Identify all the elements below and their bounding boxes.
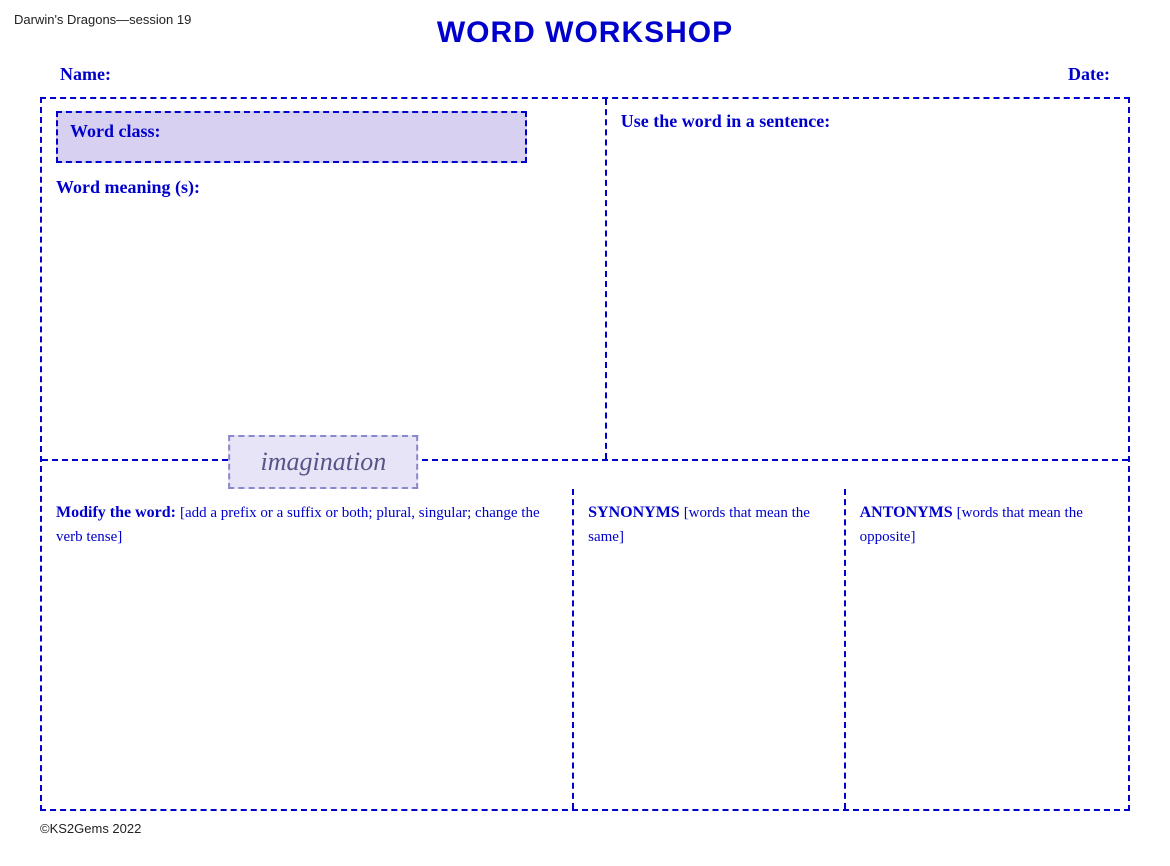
name-date-row: Name: Date: <box>40 64 1130 85</box>
session-label: Darwin's Dragons—session 19 <box>14 12 191 27</box>
antonyms-label: ANTONYMS [words that mean the opposite] <box>860 501 1114 549</box>
center-word-container: imagination <box>229 435 419 489</box>
top-section: Word class: Word meaning (s): imaginatio… <box>42 99 1128 461</box>
word-meaning-label: Word meaning (s): <box>56 177 591 198</box>
main-container: Word class: Word meaning (s): imaginatio… <box>40 97 1130 811</box>
synonyms-label-bold: SYNONYMS <box>588 504 680 521</box>
footer-label: ©KS2Gems 2022 <box>40 821 1130 836</box>
left-column: Word class: Word meaning (s): imaginatio… <box>42 99 607 459</box>
antonyms-label-bold: ANTONYMS <box>860 504 953 521</box>
top-section-wrapper: Word class: Word meaning (s): imaginatio… <box>42 99 1128 461</box>
modify-label-bold: Modify the word: <box>56 504 176 521</box>
word-class-box: Word class: <box>56 111 527 163</box>
use-sentence-label: Use the word in a sentence: <box>621 111 1114 132</box>
bottom-modify-col: Modify the word: [add a prefix or a suff… <box>42 489 574 809</box>
bottom-synonyms-col: SYNONYMS [words that mean the same] <box>574 489 846 809</box>
right-column: Use the word in a sentence: <box>607 99 1128 459</box>
synonyms-label: SYNONYMS [words that mean the same] <box>588 501 830 549</box>
date-label: Date: <box>1068 64 1110 85</box>
bottom-antonyms-col: ANTONYMS [words that mean the opposite] <box>846 489 1128 809</box>
center-word-box: imagination <box>229 435 419 489</box>
bottom-section: Modify the word: [add a prefix or a suff… <box>42 489 1128 809</box>
name-label: Name: <box>60 64 111 85</box>
word-class-label: Word class: <box>70 121 161 141</box>
page-title: WORD WORKSHOP <box>40 16 1130 50</box>
modify-label: Modify the word: [add a prefix or a suff… <box>56 501 558 549</box>
